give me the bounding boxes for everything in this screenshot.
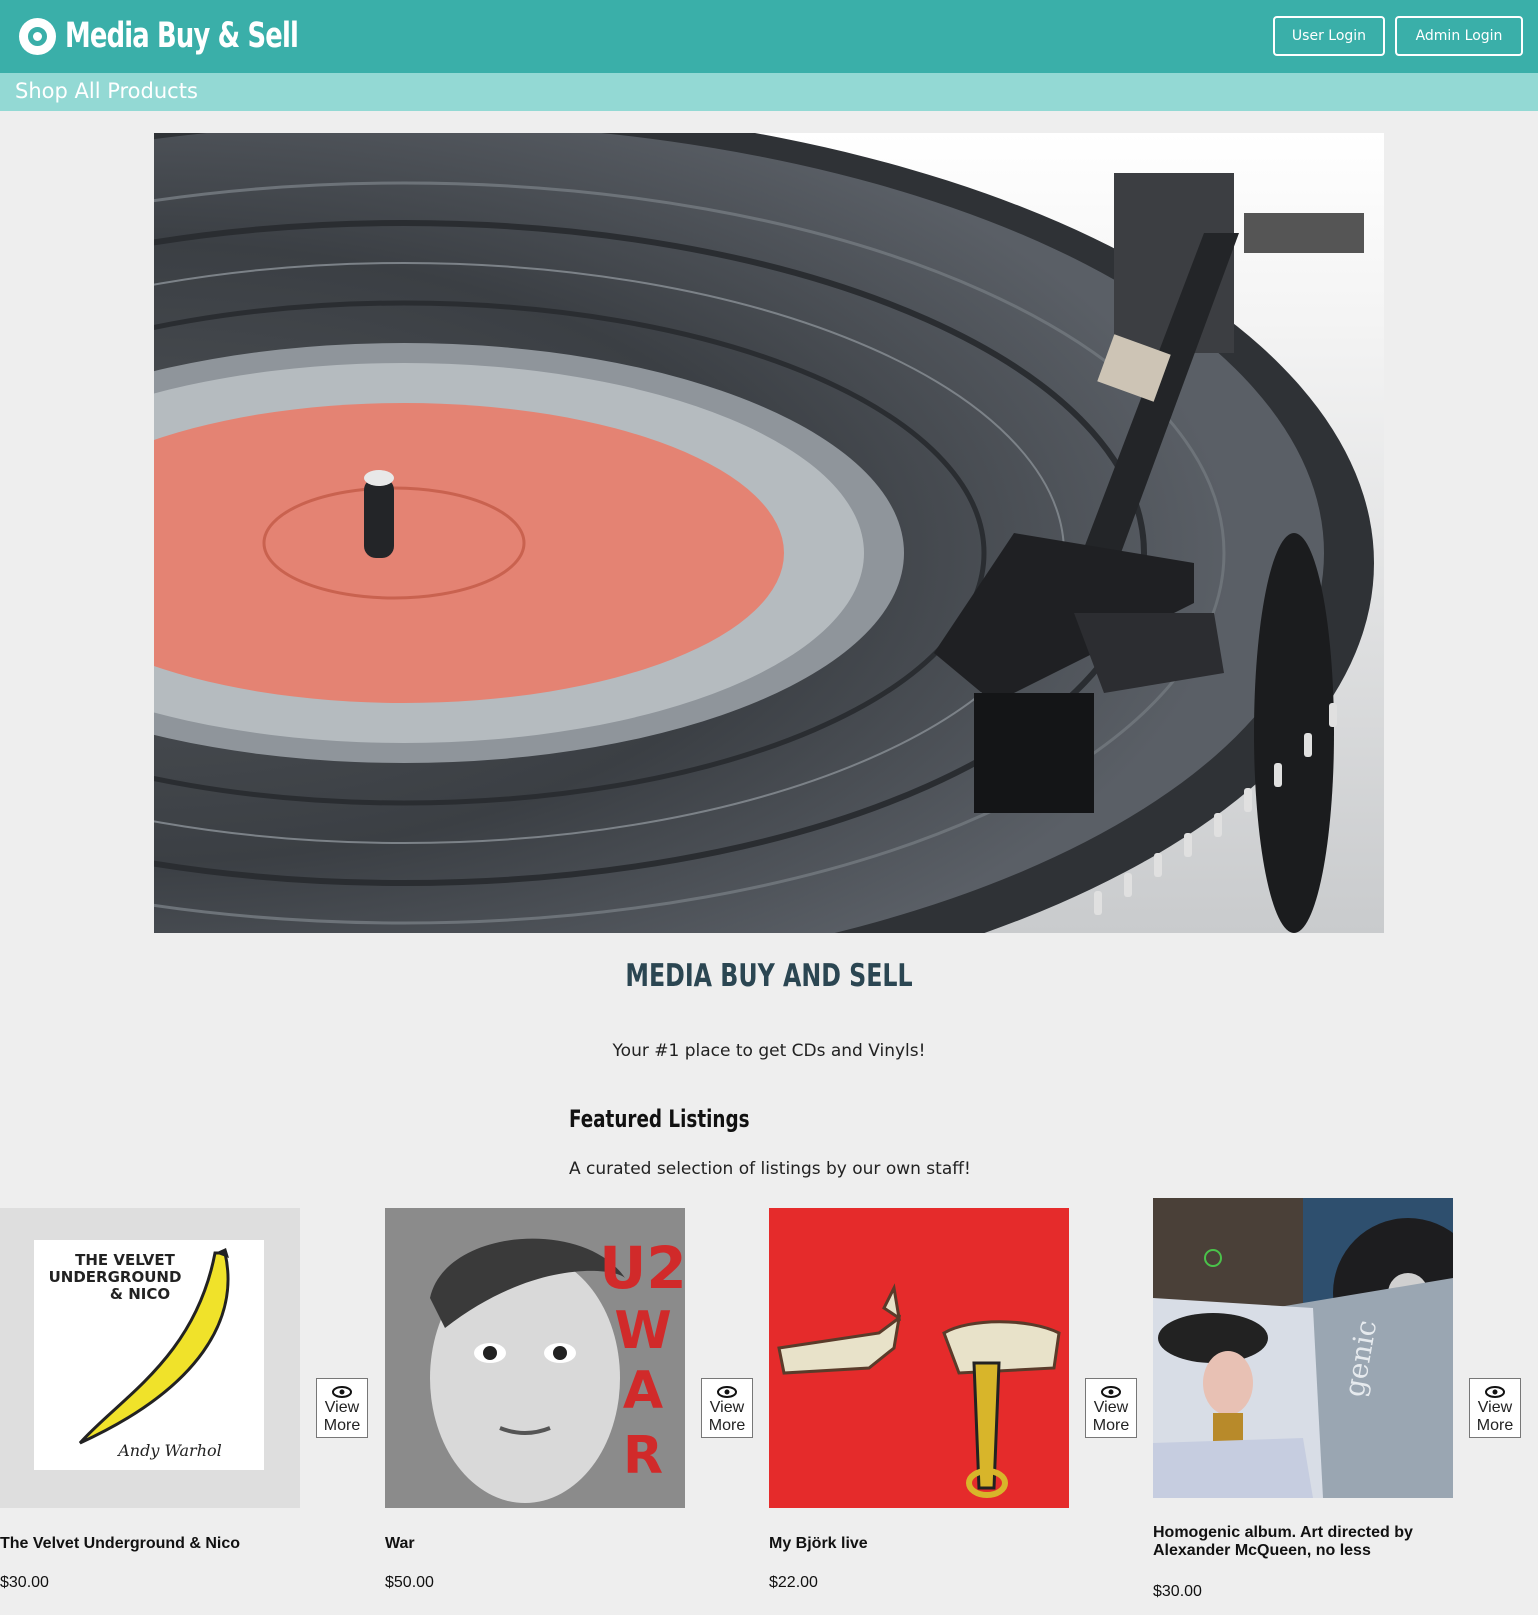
view-more-button[interactable]: View More <box>701 1378 753 1438</box>
eye-icon <box>717 1386 737 1398</box>
view-more-button[interactable]: View More <box>316 1378 368 1438</box>
listing-price: $30.00 <box>1153 1583 1202 1600</box>
admin-login-button[interactable]: Admin Login <box>1395 16 1523 56</box>
view-more-label: View More <box>1476 1399 1514 1434</box>
user-login-button[interactable]: User Login <box>1273 16 1385 56</box>
shop-all-products-link[interactable]: Shop All Products <box>15 79 198 103</box>
svg-text:A: A <box>623 1361 663 1421</box>
u2-war-cover-image[interactable]: U2 W A R <box>385 1208 685 1508</box>
svg-text:THE VELVET: THE VELVET <box>75 1251 175 1269</box>
svg-text:Andy Warhol: Andy Warhol <box>116 1441 222 1460</box>
view-more-button[interactable]: View More <box>1469 1378 1521 1438</box>
page-title: MEDIA BUY AND SELL <box>625 958 913 994</box>
view-more-button[interactable]: View More <box>1085 1378 1137 1438</box>
run-the-jewels-cover-image[interactable] <box>769 1208 1069 1508</box>
eye-icon <box>332 1386 352 1398</box>
view-more-label: View More <box>1092 1399 1130 1434</box>
listing-title: War <box>385 1535 415 1552</box>
featured-listings-title: Featured Listings <box>569 1105 750 1133</box>
svg-text:& NICO: & NICO <box>110 1285 170 1303</box>
svg-text:R: R <box>623 1426 663 1486</box>
svg-text:W: W <box>614 1301 671 1361</box>
view-more-label: View More <box>323 1399 361 1434</box>
listing-title: Homogenic album. Art directed by Alexand… <box>1153 1524 1413 1559</box>
listing-price: $30.00 <box>0 1574 49 1591</box>
homogenic-cover-image[interactable]: genic <box>1153 1198 1453 1498</box>
hero-image <box>154 133 1384 933</box>
turntable-illustration <box>154 133 1384 933</box>
listing-price: $22.00 <box>769 1574 818 1591</box>
brand-link[interactable]: Media Buy & Sell <box>19 16 349 56</box>
svg-text:UNDERGROUND: UNDERGROUND <box>49 1268 182 1286</box>
listing-title: The Velvet Underground & Nico <box>0 1535 241 1552</box>
sub-navbar: Shop All Products <box>0 73 1538 111</box>
svg-text:U2: U2 <box>599 1234 685 1302</box>
eye-icon <box>1485 1386 1505 1398</box>
featured-listings-subtitle: A curated selection of listings by our o… <box>569 1159 971 1179</box>
velvet-underground-cover-image[interactable]: THE VELVET UNDERGROUND & NICO Andy Warho… <box>0 1208 300 1508</box>
brand-name: Media Buy & Sell <box>65 16 299 56</box>
listing-price: $50.00 <box>385 1574 434 1591</box>
top-navbar: Media Buy & Sell User Login Admin Login <box>0 0 1538 73</box>
disc-logo-icon <box>19 17 56 55</box>
tagline: Your #1 place to get CDs and Vinyls! <box>612 1041 926 1061</box>
view-more-label: View More <box>708 1399 746 1434</box>
eye-icon <box>1101 1386 1121 1398</box>
listing-title: My Björk live <box>769 1535 868 1552</box>
